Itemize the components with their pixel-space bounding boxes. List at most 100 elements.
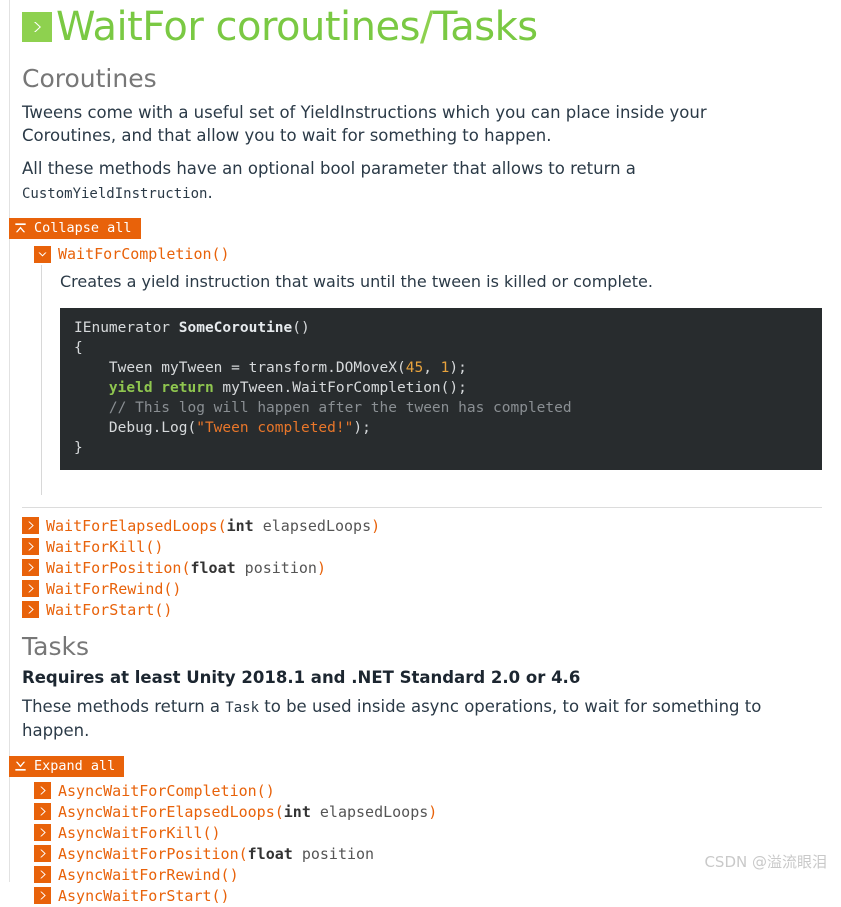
coroutine-method-list: WaitForElapsedLoops(int elapsedLoops) Wai…	[22, 516, 834, 620]
method-paren-close: )	[316, 558, 326, 577]
tasks-paragraph: These methods return a Task to be used i…	[22, 695, 812, 743]
coroutines-paragraph-2-pre: All these methods have an optional bool …	[22, 159, 636, 179]
code-token: );	[449, 360, 467, 377]
chevron-down-icon	[34, 245, 51, 263]
method-paren-close: )	[428, 802, 438, 821]
method-signature: AsyncWaitForElapsedLoops(int elapsedLoop…	[58, 802, 437, 822]
code-token: Debug.Log(	[74, 420, 197, 437]
method-signature: WaitForStart()	[46, 600, 172, 620]
method-signature: WaitForPosition(float position)	[46, 558, 326, 578]
collapse-all-button[interactable]: Collapse all	[9, 218, 141, 240]
coroutines-paragraph-1: Tweens come with a useful set of YieldIn…	[22, 102, 707, 146]
method-row[interactable]: WaitForStart()	[22, 600, 834, 620]
parameter-name: position	[292, 844, 375, 863]
parameter-name: position	[235, 558, 317, 577]
chevron-right-icon	[22, 517, 39, 535]
page-title-separator: /	[419, 4, 433, 50]
method-name: WaitForPosition(	[46, 558, 191, 577]
method-row[interactable]: WaitForElapsedLoops(int elapsedLoops)	[22, 516, 834, 536]
method-paren-close: )	[371, 516, 381, 535]
method-row[interactable]: WaitForPosition(float position)	[22, 558, 834, 578]
task-method-list: AsyncWaitForCompletion() AsyncWaitForElap…	[22, 781, 834, 906]
coroutines-paragraph-2-post: .	[207, 183, 213, 203]
method-name: AsyncWaitForStart()	[58, 886, 230, 905]
expanded-method-waitforcompletion: WaitForCompletion() Creates a yield inst…	[34, 244, 834, 495]
method-signature: WaitForElapsedLoops(int elapsedLoops)	[46, 516, 380, 536]
chevron-right-icon	[34, 845, 51, 863]
code-token: ()	[292, 320, 310, 337]
method-name: WaitForStart()	[46, 600, 173, 619]
code-token: myTween.WaitForCompletion();	[213, 380, 467, 397]
chevron-right-icon	[22, 12, 52, 42]
method-signature: WaitForKill()	[46, 537, 163, 557]
page-title-main: WaitFor coroutines	[56, 4, 420, 50]
coroutines-paragraph-2: All these methods have an optional bool …	[22, 157, 752, 205]
method-row[interactable]: AsyncWaitForCompletion()	[34, 781, 834, 801]
chevron-right-icon	[34, 782, 51, 800]
page-title-sub: Tasks	[432, 4, 538, 50]
method-signature: AsyncWaitForStart()	[58, 886, 230, 906]
expand-all-button[interactable]: Expand all	[9, 755, 125, 777]
method-signature: WaitForRewind()	[46, 579, 181, 599]
collapse-all-label: Collapse all	[34, 220, 132, 237]
method-name: WaitForRewind()	[46, 579, 182, 598]
method-name: AsyncWaitForRewind()	[58, 865, 239, 884]
page-title-row: WaitFor coroutines/Tasks	[22, 2, 834, 52]
documentation-page: WaitFor coroutines/Tasks Coroutines Twee…	[0, 0, 841, 905]
chevron-right-icon	[22, 580, 39, 598]
method-name: WaitForKill()	[46, 537, 164, 556]
section-heading-coroutines: Coroutines	[22, 64, 157, 93]
code-token: Tween myTween = transform.DOMoveX(	[74, 360, 406, 377]
method-signature: AsyncWaitForCompletion()	[58, 781, 275, 801]
custom-yield-instruction-code: CustomYieldInstruction	[22, 186, 208, 203]
section-heading-tasks: Tasks	[22, 631, 89, 661]
chevron-right-icon	[34, 887, 51, 905]
method-header-waitforcompletion[interactable]: WaitForCompletion()	[34, 244, 834, 264]
method-name: AsyncWaitForKill()	[58, 823, 221, 842]
method-name: AsyncWaitForCompletion()	[58, 781, 275, 800]
parameter-type: int	[226, 516, 254, 535]
code-token: {	[74, 340, 83, 357]
code-token: );	[353, 420, 371, 437]
method-name: AsyncWaitForElapsedLoops(	[58, 802, 284, 821]
method-row[interactable]: WaitForKill()	[22, 537, 834, 557]
tasks-paragraph-pre: These methods return a	[22, 697, 226, 717]
chevron-right-icon	[22, 601, 39, 619]
page-title: WaitFor coroutines/Tasks	[56, 7, 538, 47]
method-description: Creates a yield instruction that waits u…	[60, 272, 653, 292]
parameter-type: float	[190, 558, 236, 577]
parameter-type: int	[283, 802, 311, 821]
collapse-all-icon	[13, 221, 28, 236]
method-row[interactable]: AsyncWaitForElapsedLoops(int elapsedLoop…	[34, 802, 834, 822]
chevron-right-icon	[22, 559, 39, 577]
csdn-watermark: CSDN @溢流眼泪	[704, 853, 827, 871]
method-signature: AsyncWaitForPosition(float position	[58, 844, 374, 864]
expand-all-label: Expand all	[34, 757, 116, 774]
code-sample-block: IEnumerator SomeCoroutine() { Tween myTw…	[60, 308, 822, 471]
parameter-type: float	[247, 844, 293, 863]
code-token: ,	[423, 360, 441, 377]
expanded-method-body: Creates a yield instruction that waits u…	[41, 265, 834, 495]
method-row[interactable]: WaitForRewind()	[22, 579, 834, 599]
code-token: // This log will happen after the tween …	[74, 400, 572, 417]
section-divider	[22, 506, 822, 508]
code-token: 45	[405, 360, 424, 377]
code-token: IEnumerator	[74, 320, 179, 337]
chevron-right-icon	[34, 824, 51, 842]
chevron-right-icon	[34, 866, 51, 884]
method-signature: AsyncWaitForKill()	[58, 823, 221, 843]
method-row[interactable]: AsyncWaitForKill()	[34, 823, 834, 843]
content-column: WaitFor coroutines/Tasks Coroutines Twee…	[9, 0, 834, 907]
tasks-requirement-note: Requires at least Unity 2018.1 and .NET …	[22, 668, 581, 688]
method-name: WaitForElapsedLoops(	[46, 516, 227, 535]
method-row[interactable]: AsyncWaitForStart()	[34, 886, 834, 906]
method-signature: WaitForCompletion()	[58, 245, 230, 264]
left-page-rule	[9, 0, 10, 882]
code-token: SomeCoroutine	[178, 320, 293, 337]
code-token: }	[74, 440, 83, 457]
code-token: "Tween completed!"	[196, 420, 354, 437]
chevron-right-icon	[22, 538, 39, 556]
code-token: yield return	[108, 380, 214, 397]
expand-all-icon	[13, 758, 28, 773]
